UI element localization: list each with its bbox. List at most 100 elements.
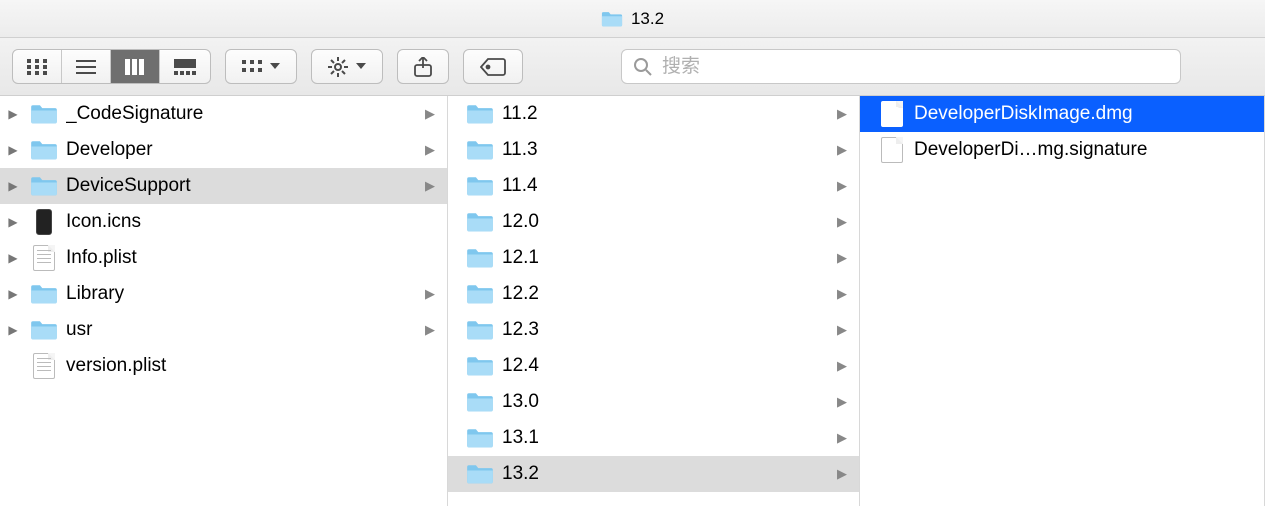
list-item[interactable]: 11.3▶: [448, 132, 859, 168]
chevron-down-icon: [270, 63, 280, 71]
folder-icon: [30, 103, 58, 125]
item-label: 12.2: [502, 283, 829, 305]
list-item[interactable]: 11.4 ▶: [448, 168, 859, 204]
item-label: DeveloperDiskImage.dmg: [914, 103, 1258, 125]
search-input[interactable]: [662, 56, 1168, 78]
item-label: 13.2: [502, 463, 829, 485]
disclosure-triangle[interactable]: ▶: [4, 323, 22, 337]
list-item[interactable]: 12.4 ▶: [448, 348, 859, 384]
list-item[interactable]: 13.2 ▶: [448, 456, 859, 492]
folder-icon: [466, 427, 494, 449]
folder-icon: [466, 355, 494, 377]
item-label: 11.4: [502, 175, 829, 197]
list-item[interactable]: ▶ Icon.icns: [0, 204, 447, 240]
item-label: 12.3: [502, 319, 829, 341]
chevron-right-icon: ▶: [425, 322, 441, 338]
chevron-right-icon: ▶: [837, 394, 853, 410]
chevron-right-icon: ▶: [425, 106, 441, 122]
item-label: 12.4: [502, 355, 829, 377]
chevron-right-icon: ▶: [425, 142, 441, 158]
list-item[interactable]: ▶ Info.plist: [0, 240, 447, 276]
list-item[interactable]: ▶Developer▶: [0, 132, 447, 168]
column-browser: ▶_CodeSignature▶▶Developer▶▶DeviceSuppor…: [0, 96, 1265, 506]
list-item[interactable]: 12.2 ▶: [448, 276, 859, 312]
dmg-icon: [878, 103, 906, 125]
folder-icon: [466, 283, 494, 305]
list-item[interactable]: DeveloperDiskImage.dmg: [860, 96, 1264, 132]
folder-icon: [466, 175, 494, 197]
chevron-right-icon: ▶: [837, 106, 853, 122]
disclosure-triangle[interactable]: ▶: [4, 179, 22, 193]
list-item[interactable]: ▶ usr ▶: [0, 312, 447, 348]
list-item[interactable]: ▶ DeviceSupport ▶: [0, 168, 447, 204]
view-columns-button[interactable]: [111, 50, 160, 83]
folder-icon: [30, 175, 58, 197]
item-label: DeveloperDi…mg.signature: [914, 139, 1258, 161]
item-label: 13.1: [502, 427, 829, 449]
chevron-right-icon: ▶: [425, 178, 441, 194]
item-label: DeviceSupport: [66, 175, 417, 197]
folder-icon: [466, 247, 494, 269]
folder-icon: [30, 139, 58, 161]
item-label: Icon.icns: [66, 211, 441, 233]
disclosure-triangle[interactable]: ▶: [4, 107, 22, 121]
chevron-right-icon: ▶: [837, 358, 853, 374]
item-label: Library: [66, 283, 417, 305]
chevron-right-icon: ▶: [837, 430, 853, 446]
list-item[interactable]: version.plist: [0, 348, 447, 384]
chevron-right-icon: ▶: [837, 466, 853, 482]
chevron-right-icon: ▶: [837, 142, 853, 158]
list-item[interactable]: DeveloperDi…mg.signature: [860, 132, 1264, 168]
view-switcher: [12, 49, 211, 84]
icns-icon: [30, 211, 58, 233]
chevron-right-icon: ▶: [837, 214, 853, 230]
list-item[interactable]: ▶ Library ▶: [0, 276, 447, 312]
window-title: 13.2: [631, 9, 664, 29]
search-field[interactable]: [621, 49, 1181, 84]
view-icons-button[interactable]: [13, 50, 62, 83]
search-icon: [634, 58, 652, 76]
column-1[interactable]: ▶_CodeSignature▶▶Developer▶▶DeviceSuppor…: [0, 96, 448, 506]
chevron-down-icon: [356, 63, 366, 71]
folder-icon: [30, 283, 58, 305]
list-item[interactable]: 11.2 ▶: [448, 96, 859, 132]
disclosure-triangle[interactable]: ▶: [4, 287, 22, 301]
gear-icon: [328, 57, 348, 77]
share-icon: [414, 57, 432, 77]
disclosure-triangle[interactable]: ▶: [4, 251, 22, 265]
group-by-button[interactable]: [225, 49, 297, 84]
item-label: 11.2: [502, 103, 829, 125]
tags-button[interactable]: [463, 49, 523, 84]
list-item[interactable]: 13.0 ▶: [448, 384, 859, 420]
view-gallery-button[interactable]: [160, 50, 210, 83]
chevron-right-icon: ▶: [837, 286, 853, 302]
item-label: Info.plist: [66, 247, 441, 269]
plist-icon: [30, 355, 58, 377]
item-label: 13.0: [502, 391, 829, 413]
folder-icon: [466, 139, 494, 161]
chevron-right-icon: ▶: [837, 322, 853, 338]
disclosure-triangle[interactable]: ▶: [4, 215, 22, 229]
item-label: _CodeSignature: [66, 103, 417, 125]
folder-icon: [30, 319, 58, 341]
action-menu-button[interactable]: [311, 49, 383, 84]
list-item[interactable]: ▶ _CodeSignature ▶: [0, 96, 447, 132]
item-label: version.plist: [66, 355, 441, 377]
list-item[interactable]: 12.0 ▶: [448, 204, 859, 240]
column-3[interactable]: DeveloperDiskImage.dmg DeveloperDi…mg.sig…: [860, 96, 1265, 506]
plist-icon: [30, 247, 58, 269]
column-2[interactable]: 11.2▶11.3▶11.4▶12.0▶12.1▶12.2▶12.3▶12.4▶…: [448, 96, 860, 506]
item-label: usr: [66, 319, 417, 341]
toolbar: [0, 38, 1265, 96]
tag-icon: [480, 58, 506, 76]
chevron-right-icon: ▶: [425, 286, 441, 302]
list-item[interactable]: 13.1 ▶: [448, 420, 859, 456]
list-item[interactable]: 12.1▶: [448, 240, 859, 276]
item-label: 12.0: [502, 211, 829, 233]
view-list-button[interactable]: [62, 50, 111, 83]
list-item[interactable]: 12.3 ▶: [448, 312, 859, 348]
chevron-right-icon: ▶: [837, 178, 853, 194]
share-button[interactable]: [397, 49, 449, 84]
file-icon: [878, 139, 906, 161]
disclosure-triangle[interactable]: ▶: [4, 143, 22, 157]
